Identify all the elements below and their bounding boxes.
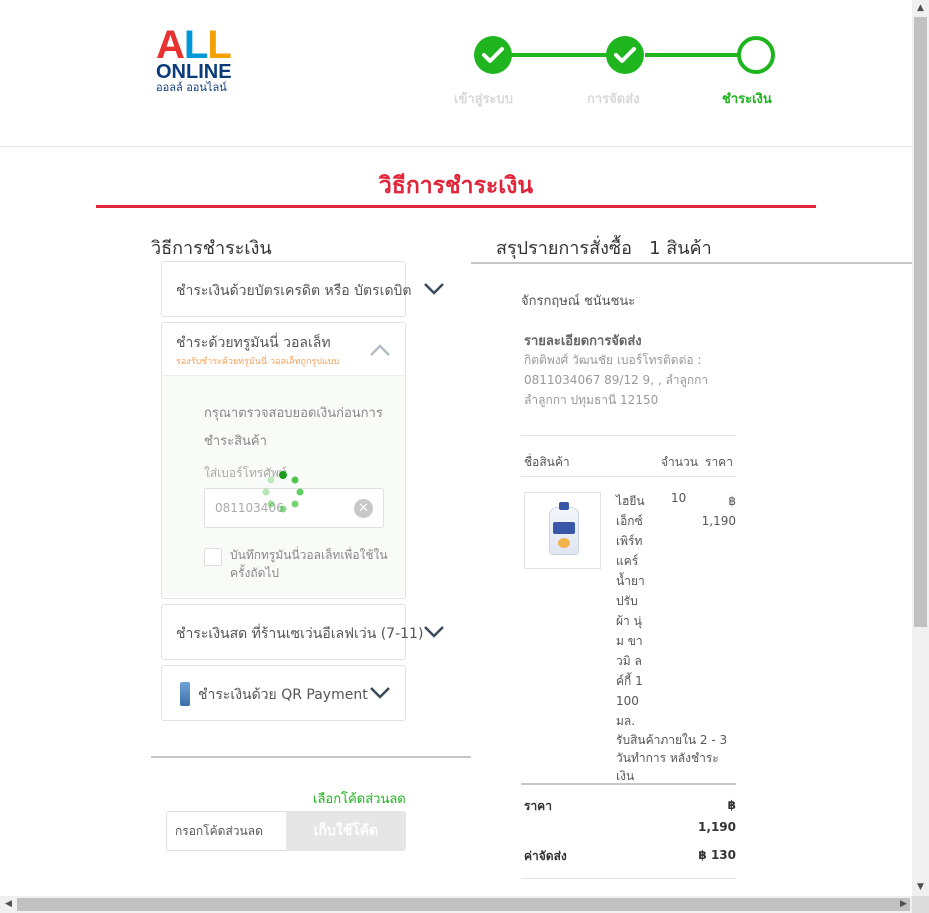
apply-coupon-button[interactable]: เก็บใช้โค้ด [286, 811, 406, 851]
horizontal-scrollbar[interactable]: ◀ ▶ [0, 896, 929, 913]
payment-method-credit-card[interactable]: ชำระเงินด้วยบัตรเครดิต หรือ บัตรเดบิต [161, 261, 444, 317]
payment-method-subtitle: รองรับชำระด้วยทรูมันนี่ วอลเล็ทถูกรูปแบบ [176, 357, 340, 367]
coupon-input[interactable]: กรอกโค้ดส่วนลด [166, 811, 286, 851]
payment-method-title: ชำระเงินสด ที่ร้านเซเว่นอีเลฟเว่น (7-11) [176, 626, 424, 642]
subtotal-amount: 1,190 [698, 820, 736, 834]
subtotal-currency: ฿ [727, 798, 736, 812]
select-coupon-link[interactable]: เลือกโค้ดส่วนลด [313, 788, 406, 809]
column-header-name: ชื่อสินค้า [524, 455, 570, 469]
divider [521, 878, 736, 879]
page-title: วิธีการชำระเงิน [378, 173, 534, 199]
product-price: ฿ 1,190 [690, 491, 736, 531]
product-image [524, 492, 601, 569]
order-summary-heading: สรุปรายการสั่งซื้อ 1 สินค้า [496, 233, 712, 262]
step-label-shipping: การจัดส่ง [587, 92, 640, 107]
chevron-down-icon[interactable] [369, 686, 391, 700]
save-wallet-checkbox[interactable] [204, 548, 222, 566]
chevron-down-icon[interactable] [423, 282, 445, 296]
price-currency: ฿ [728, 494, 736, 508]
chevron-down-icon[interactable] [423, 625, 445, 639]
step-payment-circle-icon [737, 36, 775, 74]
shipping-details-heading: รายละเอียดการจัดส่ง [524, 334, 642, 349]
customer-name: จักรกฤษณ์ ชนันชนะ [521, 294, 636, 309]
divider [521, 476, 736, 477]
step-login-check-icon [474, 36, 512, 74]
clear-input-icon[interactable]: ✕ [354, 499, 373, 518]
step-shipping-check-icon [606, 36, 644, 74]
header: ALL ONLINE ออลล์ ออนไลน์ เข้าสู่ระบบ การ… [0, 0, 912, 147]
title-underline [96, 205, 816, 208]
loading-spinner-icon [262, 471, 304, 513]
product-name: ไฮยีน เอ็กซ์ เพิร์ท แคร์ น้ำยา ปรับ ผ้า … [616, 494, 645, 728]
payment-method-title: ชำระเงินด้วยบัตรเครดิต หรือ บัตรเดบิต [176, 283, 412, 299]
order-item-count: 1 สินค้า [649, 238, 712, 259]
shipping-fee-value: ฿ 130 [698, 848, 736, 862]
payment-method-title: ชำระด้วยทรูมันนี่ วอลเล็ท [176, 335, 331, 351]
scroll-left-arrow-icon[interactable]: ◀ [0, 896, 17, 913]
shipping-fee-label: ค่าจัดส่ง [524, 849, 567, 863]
vertical-scrollbar[interactable]: ▲ ▼ [912, 0, 929, 896]
payment-method-title: ชำระเงินด้วย QR Payment [198, 687, 368, 703]
horizontal-scroll-thumb[interactable] [17, 898, 910, 911]
logo-word-all: ALL [156, 23, 232, 67]
scroll-down-arrow-icon[interactable]: ▼ [912, 879, 929, 896]
checkout-progress: เข้าสู่ระบบ การจัดส่ง ชำระเงิน [440, 36, 800, 116]
section-divider [151, 756, 471, 758]
chevron-up-icon[interactable] [369, 343, 391, 357]
qr-phone-icon [180, 682, 190, 706]
shipping-address: กิตติพงศ์ วัฒนชัย เบอร์โทรติดต่อ : 08110… [524, 353, 709, 407]
summary-divider [471, 262, 912, 264]
all-online-logo[interactable]: ALL ONLINE ออลล์ ออนไลน์ [156, 23, 246, 105]
progress-line-1 [495, 53, 613, 57]
product-quantity: 10 [671, 491, 687, 505]
vertical-scroll-thumb[interactable] [914, 17, 927, 627]
check-balance-message: กรุณาตรวจสอบยอดเงินก่อนการชำระสินค้า [204, 406, 383, 449]
price-value: 1,190 [701, 514, 736, 528]
scroll-right-arrow-icon[interactable]: ▶ [895, 896, 912, 913]
logo-word-online: ONLINE [156, 61, 232, 83]
order-summary-title: สรุปรายการสั่งซื้อ [496, 238, 632, 259]
logo-thai-text: ออลล์ ออนไลน์ [156, 81, 227, 94]
divider [521, 435, 736, 436]
payment-methods-heading: วิธีการชำระเงิน [151, 238, 272, 259]
payment-method-seven-eleven[interactable]: ชำระเงินสด ที่ร้านเซเว่นอีเลฟเว่น (7-11) [161, 604, 444, 660]
scroll-up-arrow-icon[interactable]: ▲ [912, 0, 929, 17]
totals-divider [521, 783, 736, 785]
save-wallet-label: บันทึกทรูมันนี่วอลเล็ทเพื่อใช้ในครั้งถัด… [230, 548, 388, 580]
delivery-note: รับสินค้าภายใน 2 - 3 วันทำการ หลังชำระเง… [616, 733, 728, 783]
wallet-form: กรุณาตรวจสอบยอดเงินก่อนการชำระสินค้า ใส่… [162, 375, 405, 597]
step-label-login: เข้าสู่ระบบ [454, 92, 514, 107]
payment-method-truemoney-wallet[interactable]: ชำระด้วยทรูมันนี่ วอลเล็ท รองรับชำระด้วย… [161, 322, 406, 599]
column-header-qty: จำนวน [661, 455, 698, 469]
column-header-price: ราคา [705, 455, 733, 469]
product-bottle-icon [549, 502, 579, 555]
step-label-payment: ชำระเงิน [722, 92, 772, 107]
subtotal-value: ฿ 1,190 [660, 794, 736, 838]
scrollbar-corner [912, 896, 929, 913]
subtotal-label: ราคา [524, 799, 552, 813]
payment-method-qr[interactable]: ชำระเงินด้วย QR Payment [161, 665, 406, 721]
